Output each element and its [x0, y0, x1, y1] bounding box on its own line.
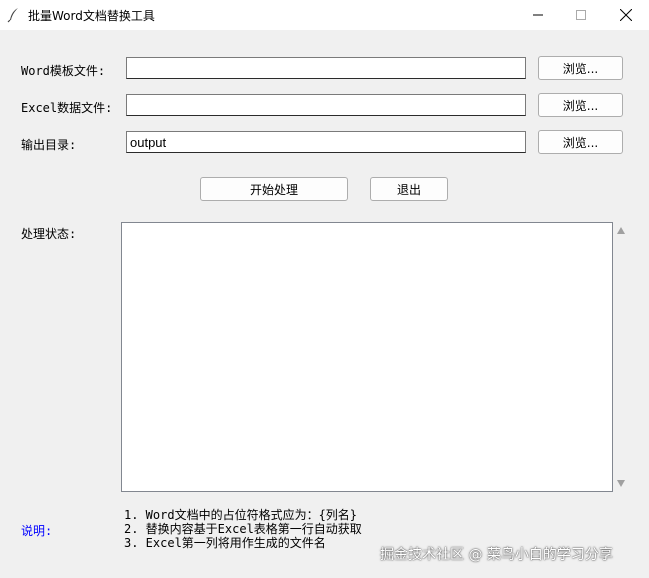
- notes-label: 说明:: [21, 524, 53, 538]
- notes-list: 1. Word文档中的占位符格式应为：{列名} 2. 替换内容基于Excel表格…: [124, 508, 362, 550]
- close-icon: [620, 9, 632, 21]
- start-button[interactable]: 开始处理: [200, 177, 348, 201]
- note-line: 3. Excel第一列将用作生成的文件名: [124, 536, 326, 550]
- excel-data-field[interactable]: [126, 94, 526, 116]
- maximize-button[interactable]: [559, 0, 603, 30]
- window-title: 批量Word文档替换工具: [28, 9, 155, 23]
- exit-button[interactable]: 退出: [370, 177, 448, 201]
- browse-word-button[interactable]: 浏览...: [538, 56, 623, 80]
- note-line: 1. Word文档中的占位符格式应为：{列名}: [124, 508, 358, 522]
- status-scrollbar[interactable]: [613, 222, 630, 492]
- status-textbox[interactable]: [121, 222, 613, 492]
- output-dir-label: 输出目录:: [21, 138, 77, 152]
- title-bar: 批量Word文档替换工具: [0, 0, 649, 30]
- excel-data-label: Excel数据文件:: [21, 101, 113, 115]
- close-button[interactable]: [604, 0, 648, 30]
- word-template-field[interactable]: [126, 57, 526, 79]
- minimize-icon: [533, 14, 543, 16]
- scroll-up-icon[interactable]: [617, 227, 625, 234]
- browse-output-button[interactable]: 浏览...: [538, 130, 623, 154]
- status-label: 处理状态:: [21, 227, 77, 241]
- minimize-button[interactable]: [516, 0, 560, 30]
- watermark: 掘金技术社区 @ 菜鸟小白的学习分享: [380, 547, 613, 563]
- browse-excel-button[interactable]: 浏览...: [538, 93, 623, 117]
- scroll-down-icon[interactable]: [617, 480, 625, 487]
- note-line: 2. 替换内容基于Excel表格第一行自动获取: [124, 522, 362, 536]
- word-template-label: Word模板文件:: [21, 64, 106, 78]
- output-dir-field[interactable]: output: [126, 131, 526, 153]
- maximize-icon: [576, 10, 586, 20]
- feather-icon: [6, 7, 22, 23]
